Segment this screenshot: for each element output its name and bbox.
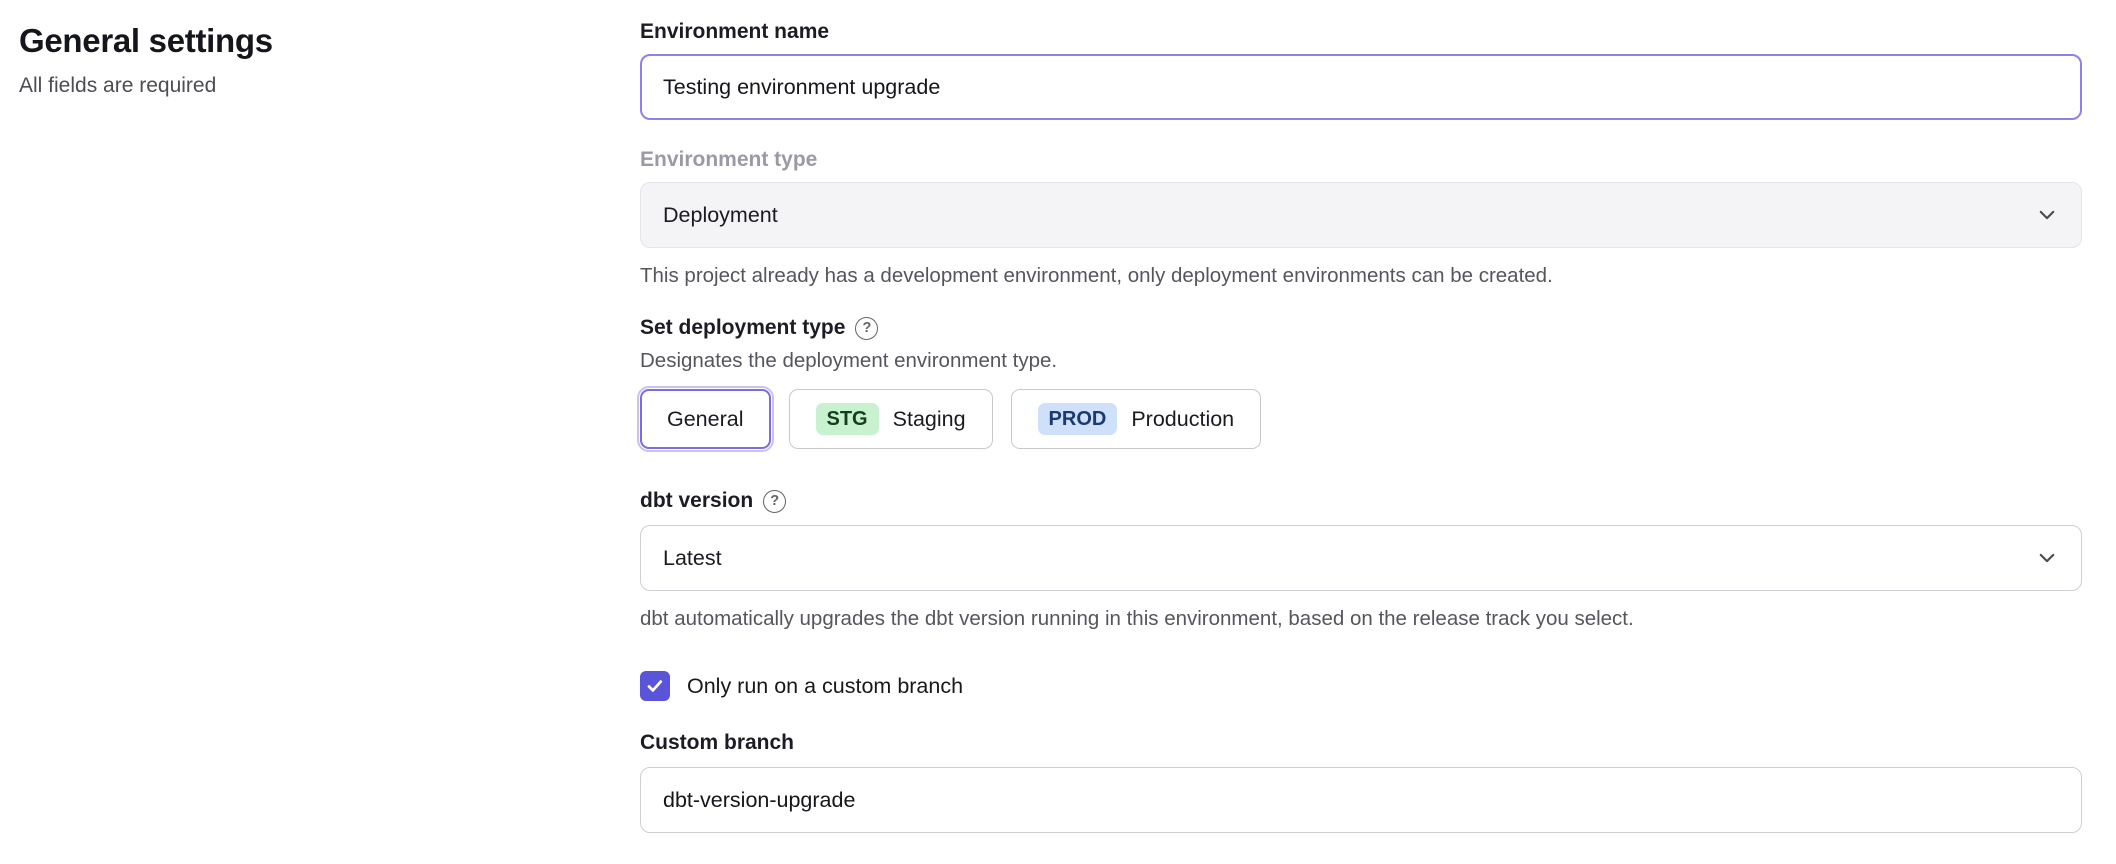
environment-type-label: Environment type bbox=[640, 148, 2082, 172]
deployment-type-option-production-label: Production bbox=[1131, 407, 1234, 432]
production-badge: PROD bbox=[1038, 403, 1118, 435]
help-icon[interactable]: ? bbox=[855, 317, 878, 340]
custom-branch-label: Custom branch bbox=[640, 731, 2082, 755]
custom-branch-toggle-label[interactable]: Only run on a custom branch bbox=[687, 674, 963, 699]
environment-type-helper: This project already has a development e… bbox=[640, 264, 2082, 288]
chevron-down-icon bbox=[2037, 548, 2057, 568]
custom-branch-toggle-row: Only run on a custom branch bbox=[640, 671, 2082, 701]
deployment-type-group: Set deployment type ? Designates the dep… bbox=[640, 316, 2082, 449]
deployment-type-option-general[interactable]: General bbox=[640, 389, 771, 449]
dbt-version-label: dbt version bbox=[640, 489, 753, 513]
environment-name-input[interactable] bbox=[640, 54, 2082, 120]
settings-header: General settings All fields are required bbox=[19, 20, 640, 864]
environment-type-select[interactable]: Deployment bbox=[640, 182, 2082, 248]
general-settings-page: General settings All fields are required… bbox=[0, 0, 2116, 864]
dbt-version-helper: dbt automatically upgrades the dbt versi… bbox=[640, 607, 2082, 631]
checkmark-icon bbox=[645, 676, 665, 696]
deployment-type-option-general-label: General bbox=[667, 407, 744, 432]
deployment-type-label: Set deployment type bbox=[640, 316, 845, 340]
deployment-type-options: General STG Staging PROD Production bbox=[640, 389, 2082, 449]
deployment-type-option-production[interactable]: PROD Production bbox=[1011, 389, 1262, 449]
custom-branch-checkbox[interactable] bbox=[640, 671, 670, 701]
dbt-version-value: Latest bbox=[663, 546, 722, 571]
dbt-version-group: dbt version ? Latest dbt automatically u… bbox=[640, 489, 2082, 631]
settings-form: Environment name Environment type Deploy… bbox=[640, 20, 2082, 864]
deployment-type-helper: Designates the deployment environment ty… bbox=[640, 349, 2082, 373]
page-title: General settings bbox=[19, 22, 640, 60]
environment-name-group: Environment name bbox=[640, 20, 2082, 120]
chevron-down-icon bbox=[2037, 205, 2057, 225]
deployment-type-option-staging[interactable]: STG Staging bbox=[789, 389, 993, 449]
deployment-type-option-staging-label: Staging bbox=[893, 407, 966, 432]
custom-branch-input[interactable] bbox=[640, 767, 2082, 833]
page-subtitle: All fields are required bbox=[19, 74, 640, 98]
custom-branch-group: Custom branch bbox=[640, 731, 2082, 833]
dbt-version-select[interactable]: Latest bbox=[640, 525, 2082, 591]
environment-type-group: Environment type Deployment This project… bbox=[640, 148, 2082, 288]
environment-type-value: Deployment bbox=[663, 203, 778, 228]
help-icon[interactable]: ? bbox=[763, 490, 786, 513]
environment-name-label: Environment name bbox=[640, 20, 2082, 44]
staging-badge: STG bbox=[816, 403, 879, 435]
